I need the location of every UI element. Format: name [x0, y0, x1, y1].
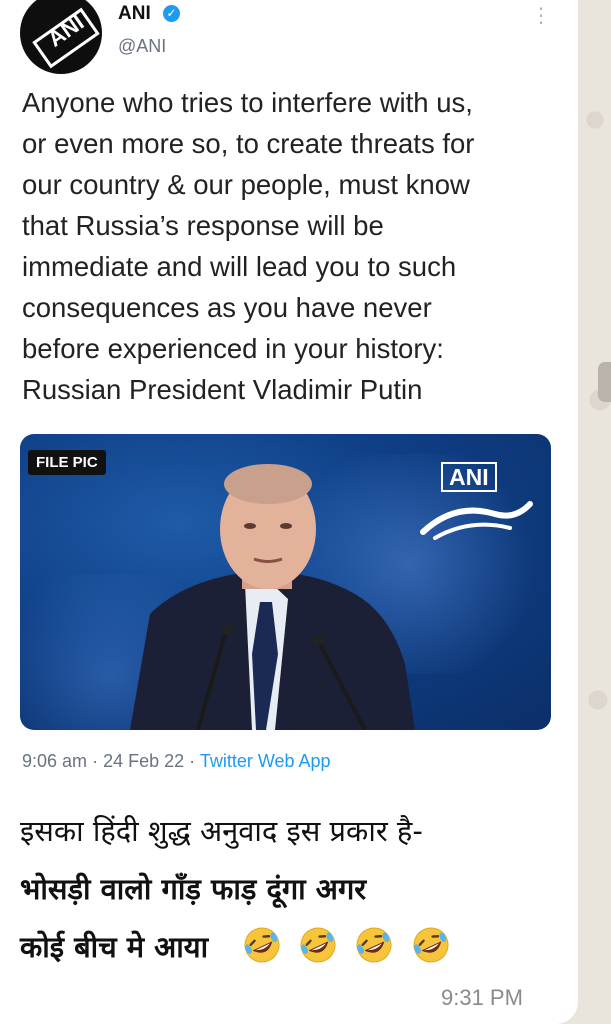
message-bubble[interactable]: ANI ANI ✓ @ANI · · · Anyone who tries to i… [0, 0, 578, 1024]
ani-watermark: ANI [441, 462, 497, 492]
rofl-emoji-icon [244, 927, 280, 963]
file-pic-label: FILE PIC [28, 450, 106, 475]
tweet-text-line: Russian President Vladimir Putin [22, 374, 423, 405]
ani-avatar[interactable]: ANI [20, 0, 102, 74]
message-caption: इसका हिंदी शुद्ध अनुवाद इस प्रकार है- भो… [20, 802, 575, 976]
rofl-emoji-icon [413, 927, 449, 963]
rofl-emoji-icon [356, 927, 392, 963]
tweet-date[interactable]: 24 Feb 22 [103, 751, 184, 771]
caption-line-with-emoji: कोई बीच मे आया [20, 918, 575, 976]
tweet-metadata: 9:06 am · 24 Feb 22 · Twitter Web App [22, 751, 331, 772]
tweet-text-line: that Russia’s response will be [22, 210, 384, 241]
tweet-text-line: before experienced in your history: [22, 333, 444, 364]
account-handle[interactable]: @ANI [118, 36, 166, 57]
rofl-emoji-icon [300, 927, 336, 963]
meta-separator: · [92, 751, 104, 771]
more-options-icon[interactable]: · · · [534, 0, 548, 33]
tweet-photo[interactable]: FILE PIC ANI [20, 434, 551, 730]
tweet-text-line: Anyone who tries to interfere with us, [22, 87, 473, 118]
scrollbar-handle[interactable] [598, 362, 611, 402]
verified-badge-icon: ✓ [163, 5, 180, 22]
tweet-time[interactable]: 9:06 am [22, 751, 87, 771]
tweet-text: Anyone who tries to interfere with us, o… [22, 82, 562, 410]
message-timestamp: 9:31 PM [441, 985, 523, 1010]
caption-line: भोसड़ी वालो गाँड़ फाड़ दूंगा अगर [20, 872, 367, 906]
tweet-text-line: consequences as you have never [22, 292, 432, 323]
tweet-text-line: immediate and will lead you to such [22, 251, 457, 282]
ani-swoosh-icon [420, 501, 533, 540]
tweet-source[interactable]: Twitter Web App [200, 751, 331, 771]
tweet-text-line: our country & our people, must know [22, 169, 470, 200]
meta-separator: · [189, 751, 200, 771]
account-name[interactable]: ANI [118, 3, 151, 25]
caption-line: कोई बीच मे आया [20, 930, 209, 964]
tweet-text-line: or even more so, to create threats for [22, 128, 475, 159]
caption-line: इसका हिंदी शुद्ध अनुवाद इस प्रकार है- [20, 814, 423, 848]
